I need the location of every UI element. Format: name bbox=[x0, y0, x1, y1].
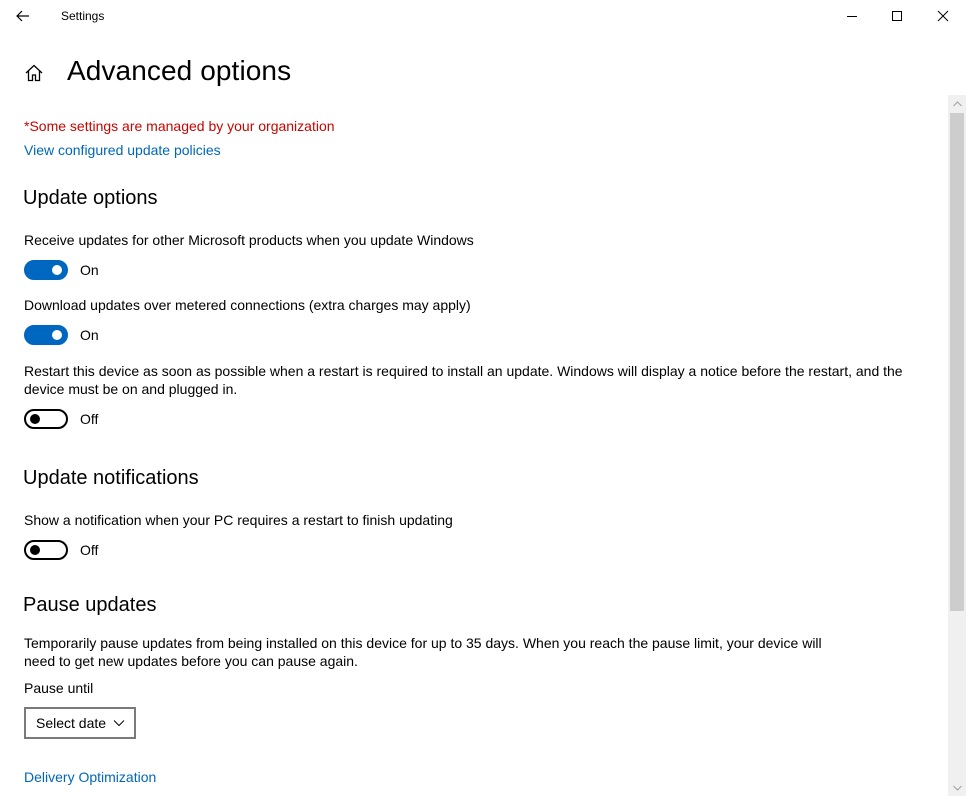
receive-updates-toggle-row: On bbox=[24, 259, 99, 281]
receive-updates-state: On bbox=[80, 262, 99, 278]
view-policies-link[interactable]: View configured update policies bbox=[24, 142, 221, 158]
pause-updates-heading: Pause updates bbox=[23, 594, 157, 616]
pause-description-line1: Temporarily pause updates from being ins… bbox=[24, 635, 822, 651]
home-button[interactable] bbox=[22, 61, 46, 85]
content-area: Advanced options *Some settings are mana… bbox=[0, 0, 948, 796]
restart-asap-label-line1: Restart this device as soon as possible … bbox=[24, 363, 903, 379]
restart-asap-toggle-row: Off bbox=[24, 408, 98, 430]
restart-notification-label: Show a notification when your PC require… bbox=[24, 512, 453, 528]
receive-updates-label: Receive updates for other Microsoft prod… bbox=[24, 232, 474, 248]
metered-connections-state: On bbox=[80, 327, 99, 343]
home-icon bbox=[25, 64, 43, 82]
scroll-down-button[interactable] bbox=[948, 779, 966, 796]
restart-notification-state: Off bbox=[80, 542, 99, 558]
pause-description-line2: need to get new updates before you can p… bbox=[24, 653, 358, 669]
pause-until-label: Pause until bbox=[24, 680, 94, 696]
scroll-down-arrow-icon bbox=[952, 785, 962, 791]
pause-until-select[interactable]: Select date bbox=[24, 707, 136, 739]
metered-connections-label: Download updates over metered connection… bbox=[24, 297, 471, 313]
restart-asap-state: Off bbox=[80, 411, 99, 427]
restart-asap-toggle[interactable] bbox=[24, 409, 68, 429]
toggle-knob bbox=[30, 414, 40, 424]
settings-window: Settings Advanced options *Some settings… bbox=[0, 0, 966, 796]
metered-connections-toggle[interactable] bbox=[24, 325, 68, 345]
scroll-up-button[interactable] bbox=[948, 95, 966, 112]
restart-notification-toggle-row: Off bbox=[24, 539, 98, 561]
receive-updates-toggle[interactable] bbox=[24, 260, 68, 280]
pause-until-value: Select date bbox=[36, 715, 107, 731]
restart-asap-label-line2: device must be on and plugged in. bbox=[24, 381, 238, 397]
scroll-thumb[interactable] bbox=[950, 113, 964, 611]
toggle-knob bbox=[52, 265, 62, 275]
page-title: Advanced options bbox=[67, 55, 292, 86]
delivery-optimization-link[interactable]: Delivery Optimization bbox=[24, 769, 156, 785]
update-options-heading: Update options bbox=[23, 187, 158, 209]
managed-by-organization-note: *Some settings are managed by your organ… bbox=[24, 118, 335, 134]
restart-notification-toggle[interactable] bbox=[24, 540, 68, 560]
vertical-scrollbar[interactable] bbox=[948, 95, 966, 796]
toggle-knob bbox=[52, 330, 62, 340]
metered-connections-toggle-row: On bbox=[24, 324, 99, 346]
chevron-down-icon bbox=[113, 720, 125, 727]
toggle-knob bbox=[30, 545, 40, 555]
scroll-up-arrow-icon bbox=[952, 100, 962, 106]
update-notifications-heading: Update notifications bbox=[23, 467, 199, 489]
